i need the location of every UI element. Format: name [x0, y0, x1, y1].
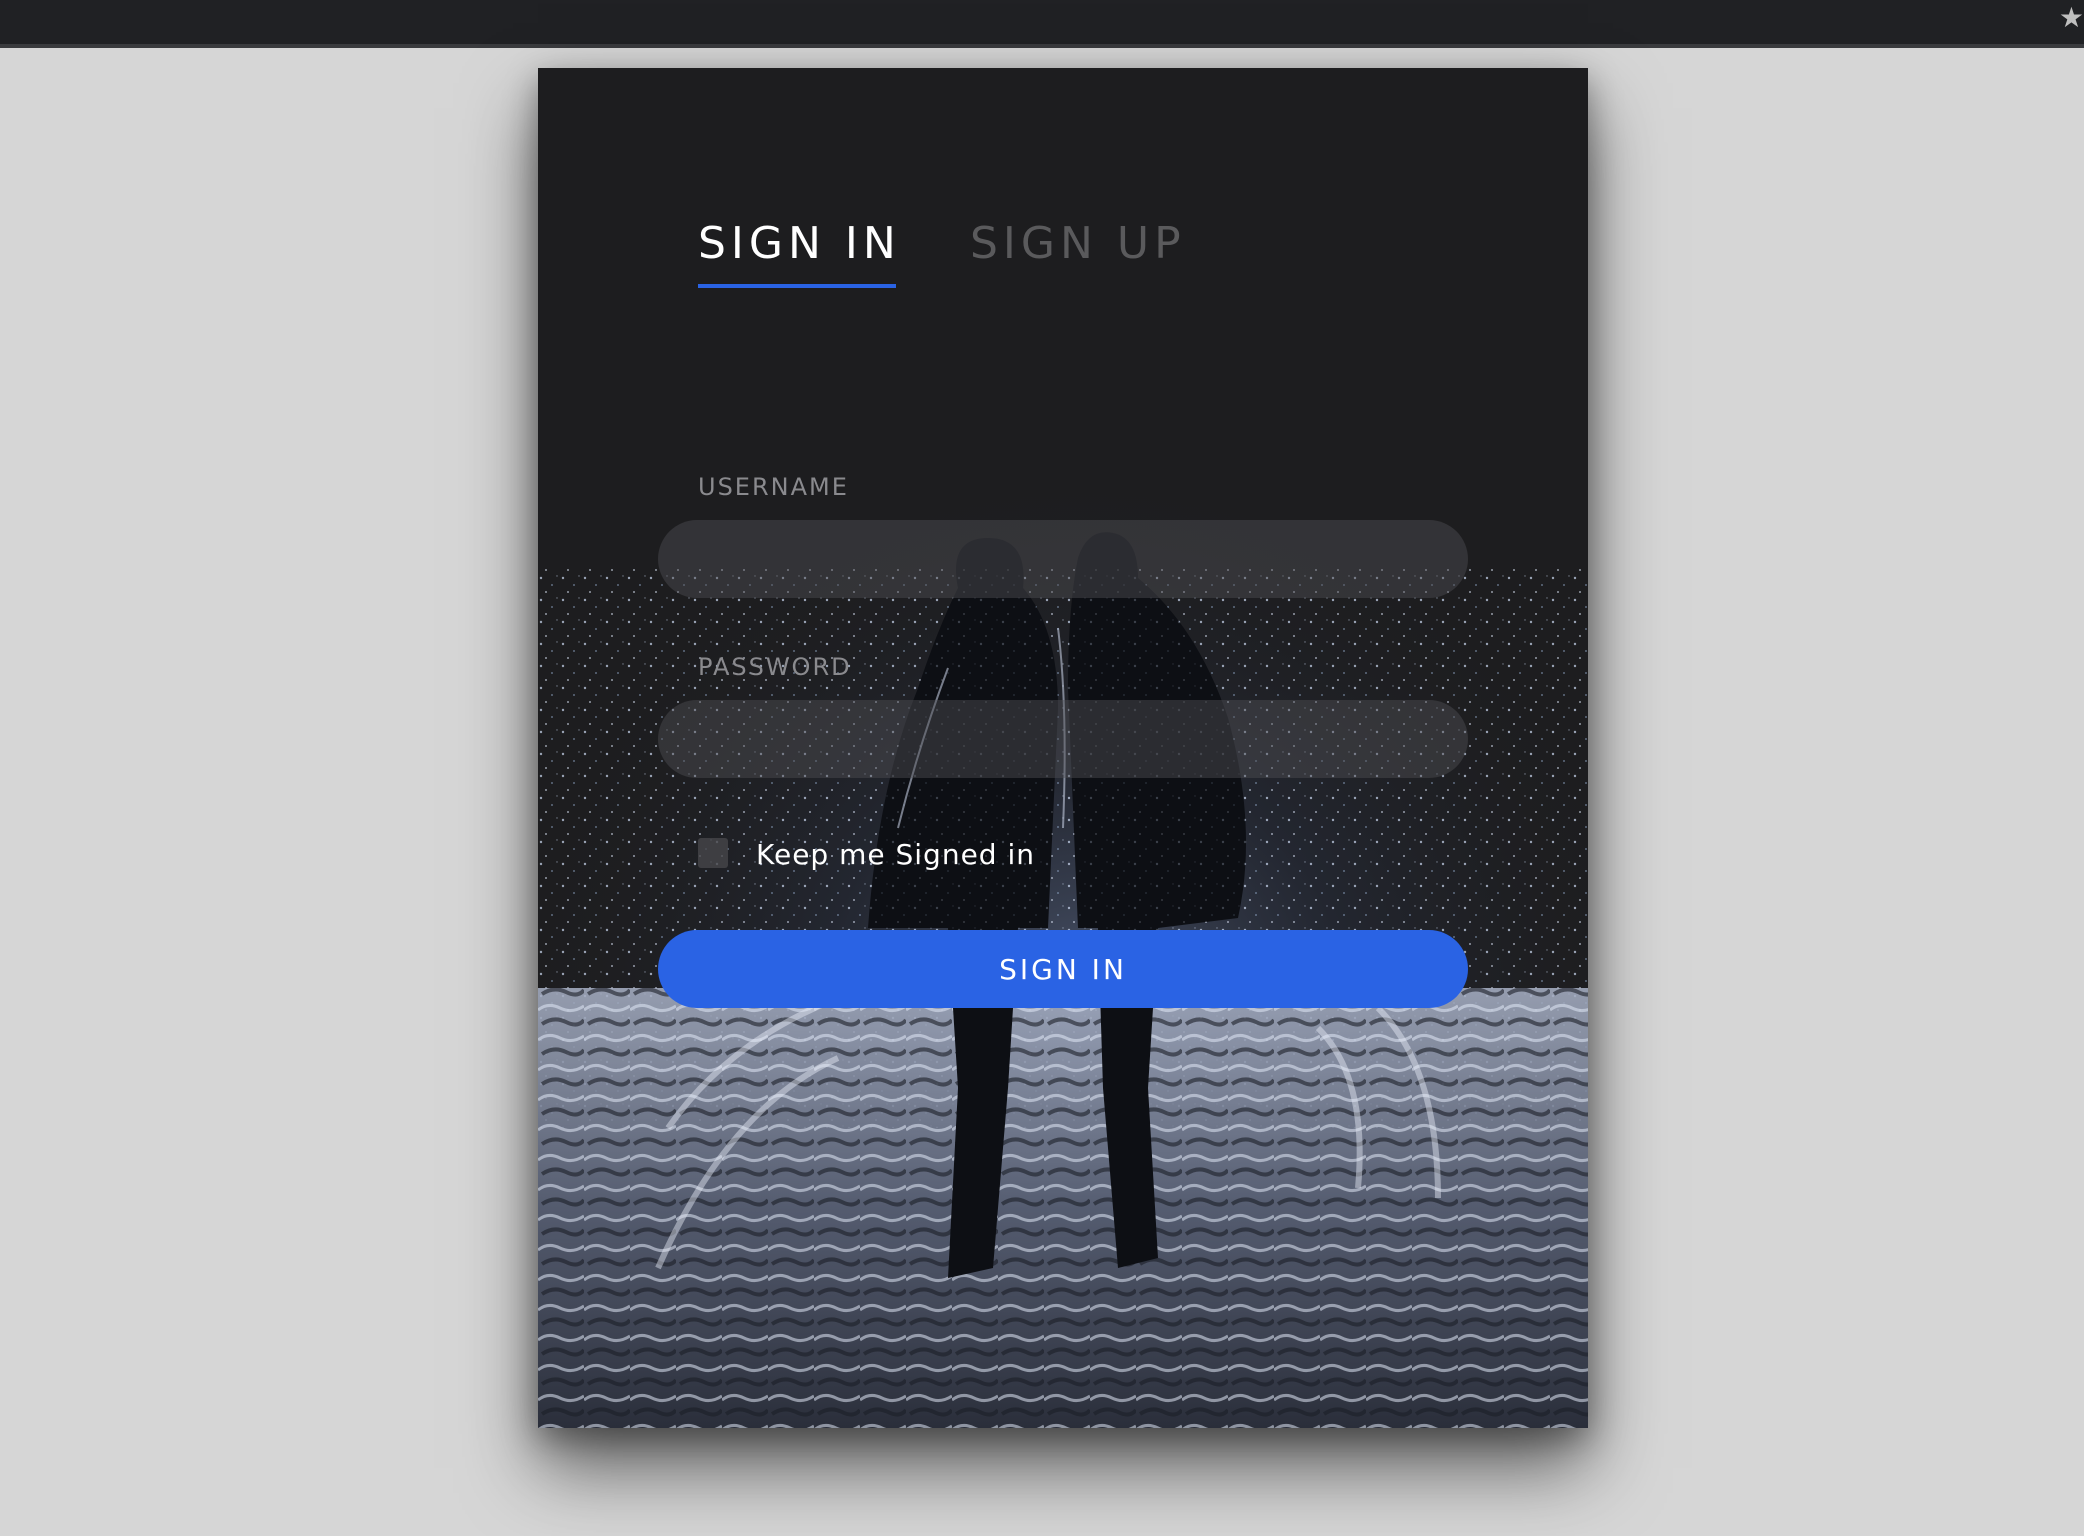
active-tab-underline [698, 284, 896, 288]
sign-in-button[interactable]: SIGN IN [658, 930, 1468, 1008]
username-label: USERNAME [698, 473, 849, 501]
keep-signed-in-label: Keep me Signed in [756, 838, 1035, 871]
browser-toolbar: ★ [0, 0, 2084, 48]
login-card: SIGN IN SIGN UP USERNAME PASSWORD Keep m… [538, 68, 1588, 1428]
tab-sign-up-label: SIGN UP [970, 218, 1186, 269]
tab-sign-in[interactable]: SIGN IN [698, 218, 901, 288]
password-input[interactable] [658, 700, 1468, 778]
bookmark-star-icon[interactable]: ★ [2059, 4, 2084, 32]
tab-sign-in-label: SIGN IN [698, 218, 901, 269]
password-label: PASSWORD [698, 653, 852, 681]
keep-signed-in-checkbox[interactable] [698, 838, 728, 868]
tab-sign-up[interactable]: SIGN UP [970, 218, 1186, 269]
username-input[interactable] [658, 520, 1468, 598]
